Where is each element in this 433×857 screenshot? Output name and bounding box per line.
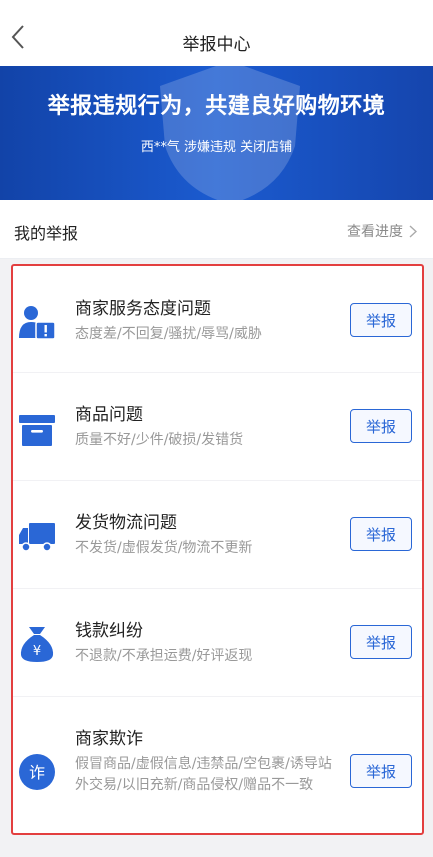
page-title: 举报中心 [182,35,251,55]
shield-watermark-icon [160,66,300,200]
view-progress-label: 查看进度 [347,224,403,240]
merchant-warning-icon [19,306,56,340]
money-bag-icon: ¥ [20,627,54,662]
truck-icon [19,523,55,552]
report-category-list: 商家服务态度问题 态度差/不回复/骚扰/辱骂/威胁 举报 商品问题 质量不好/少… [11,264,424,835]
category-description: 态度差/不回复/骚扰/辱骂/威胁 [75,326,262,342]
my-reports-row[interactable]: 我的举报 查看进度 [0,200,433,259]
category-title: 商家欺诈 [75,729,143,749]
category-description: 质量不好/少件/破损/发错货 [75,432,244,448]
view-progress-link[interactable]: 查看进度 [347,221,417,241]
report-button[interactable]: 举报 [350,754,412,788]
fraud-icon: 诈 [19,754,55,790]
category-title: 商家服务态度问题 [75,299,211,319]
category-shipping: 发货物流问题 不发货/虚假发货/物流不更新 举报 [13,480,422,589]
category-title: 商品问题 [75,405,143,425]
banner-headline: 举报违规行为，共建良好购物环境 [47,94,386,119]
top-bar: 举报中心 [0,0,433,66]
category-title: 钱款纠纷 [75,621,143,641]
banner-notice: 西**气 涉嫌违规 关闭店铺 [140,140,293,155]
report-button[interactable]: 举报 [350,409,412,443]
category-description: 不发货/虚假发货/物流不更新 [75,540,253,556]
category-payment-dispute: ¥ 钱款纠纷 不退款/不承担运费/好评返现 举报 [13,588,422,697]
svg-text:诈: 诈 [29,763,45,782]
category-description: 假冒商品/虚假信息/违禁品/空包裹/诱导站外交易/以旧充新/商品侵权/赠品不一致 [75,756,332,793]
report-button[interactable]: 举报 [350,625,412,659]
category-product: 商品问题 质量不好/少件/破损/发错货 举报 [13,372,422,481]
my-reports-label: 我的举报 [14,224,79,243]
svg-text:¥: ¥ [33,644,41,659]
category-title: 发货物流问题 [75,513,177,533]
category-fraud: 诈 商家欺诈 假冒商品/虚假信息/违禁品/空包裹/诱导站外交易/以旧充新/商品侵… [13,696,422,833]
chevron-right-icon [409,224,417,238]
box-icon [19,415,55,446]
banner: 举报违规行为，共建良好购物环境 西**气 涉嫌违规 关闭店铺 [0,66,433,200]
category-merchant-service: 商家服务态度问题 态度差/不回复/骚扰/辱骂/威胁 举报 [13,266,422,373]
report-button[interactable]: 举报 [350,517,412,551]
report-button[interactable]: 举报 [350,303,412,337]
category-description: 不退款/不承担运费/好评返现 [75,648,253,664]
